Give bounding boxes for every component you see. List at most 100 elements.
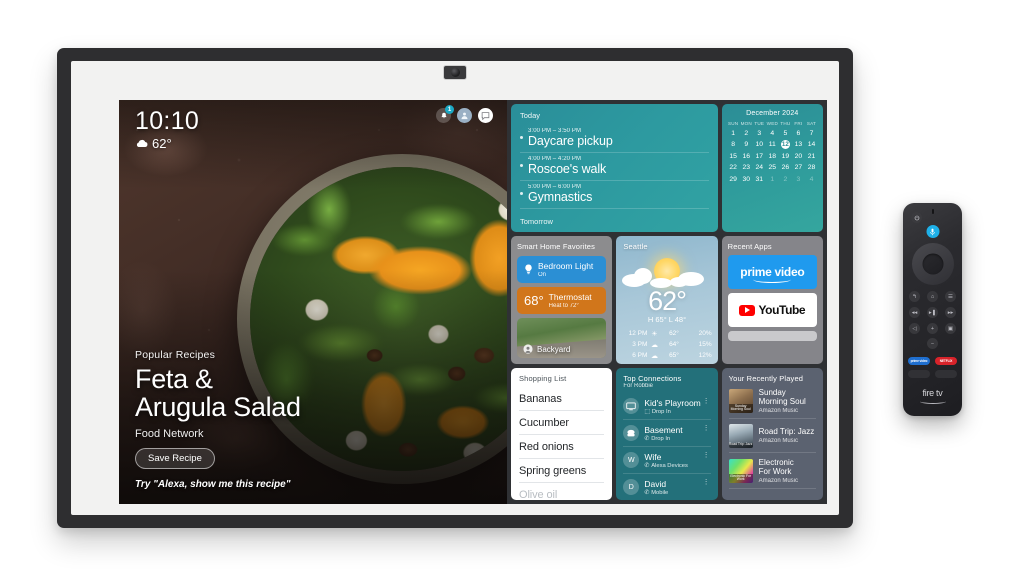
event-name: Roscoe's walk [528,162,607,176]
calendar-day[interactable]: 3 [792,175,805,184]
calendar-day[interactable]: 14 [805,140,818,149]
calendar-day[interactable]: 22 [727,163,740,172]
calendar-day[interactable]: 19 [779,152,792,161]
calendar-day[interactable]: 28 [805,163,818,172]
calendar-day[interactable]: 24 [753,163,766,172]
calendar-day[interactable]: 26 [779,163,792,172]
backyard-camera-tile[interactable]: Backyard [517,318,607,358]
list-item[interactable]: Electronic For Work Electronic For Work … [728,453,816,490]
youtube-app[interactable]: YouTube [727,293,817,327]
calendar-day[interactable]: 29 [727,175,740,184]
select-button[interactable] [922,253,943,275]
app-shortcut-blank[interactable] [935,370,957,378]
play-pause-button[interactable]: ▸❚ [927,307,938,318]
calendar-day[interactable]: 1 [727,129,740,138]
mic-icon [930,228,935,235]
calendar-day[interactable]: 11 [766,140,779,149]
menu-button[interactable]: ☰ [945,291,956,302]
fast-forward-button[interactable]: ▸▸ [945,307,956,318]
top-connections-widget[interactable]: Top Connections For Robbie Kid's Playroo… [616,368,718,500]
calendar-day[interactable]: 1 [766,175,779,184]
calendar-day[interactable]: 18 [766,152,779,161]
calendar-day[interactable]: 31 [753,175,766,184]
list-item[interactable]: Olive oil [519,483,604,501]
volume-up-button[interactable]: + [927,323,938,334]
channel-guide-button[interactable]: ▣ [945,323,956,334]
calendar-day[interactable]: 7 [805,129,818,138]
calendar-day[interactable]: 4 [766,129,779,138]
message-bubble-icon[interactable] [478,108,493,123]
prime-video-shortcut[interactable]: prime video [908,357,930,365]
calendar-day[interactable]: 9 [740,140,753,149]
weather-widget[interactable]: Seattle 62° H 65° L 48° 12 PM ☀ 62° 20% … [616,236,718,364]
calendar-widget[interactable]: December 2024 SUN MON TUE WED THU FRI SAT 1 2 3 4 5… [721,104,823,232]
calendar-day[interactable]: 21 [805,152,818,161]
volume-down-button[interactable]: − [927,338,938,349]
overflow-menu-icon[interactable]: ⋮ [703,398,710,405]
rewind-button[interactable]: ◂◂ [909,307,920,318]
cloud-icon: ☁ [650,352,658,360]
calendar-day-today[interactable]: 12 [779,139,792,150]
recently-played-title: Your Recently Played [728,374,804,383]
thermostat-tile[interactable]: 68° Thermostat Heat to 72° [517,287,607,314]
list-item[interactable]: Kid's Playroom ⬚ Drop In ⋮ [623,393,711,420]
overflow-menu-icon[interactable]: ⋮ [703,452,710,459]
calendar-day[interactable]: 8 [727,140,740,149]
calendar-day[interactable]: 5 [779,129,792,138]
list-item[interactable]: Spring greens [519,459,605,483]
save-recipe-button[interactable]: Save Recipe [135,448,215,469]
calendar-day[interactable]: 23 [740,163,753,172]
status-icon-tray[interactable]: 1 [436,105,493,123]
list-item[interactable]: Red onions [519,435,605,459]
connections-subtitle: For Robbie [623,383,654,389]
list-item[interactable]: W Wife ✆ Alexa Devices ⋮ [623,447,711,474]
calendar-day[interactable]: 3 [753,129,766,138]
power-button[interactable] [911,212,922,223]
list-item[interactable]: Bananas [519,387,605,411]
calendar-day[interactable]: 25 [766,163,779,172]
front-camera [443,65,467,80]
agenda-widget[interactable]: Today 3:00 PM – 3:50 PM Daycare pickup 4… [511,104,718,232]
home-button[interactable]: ⌂ [927,291,938,302]
calendar-day[interactable]: 17 [753,152,766,161]
calendar-day[interactable]: 16 [740,152,753,161]
list-item[interactable]: Cucumber [519,411,605,435]
calendar-day[interactable]: 15 [727,152,740,161]
smart-home-widget[interactable]: Smart Home Favorites Bedroom Light On 68… [511,236,613,364]
recent-apps-widget[interactable]: Recent Apps prime video YouTube [721,236,823,364]
agenda-event[interactable]: 3:00 PM – 3:50 PM Daycare pickup [520,125,709,153]
shopping-list-widget[interactable]: Shopping List Bananas Cucumber Red onion… [511,368,613,501]
profile-avatar-icon[interactable] [457,108,472,123]
back-button[interactable]: ↰ [909,291,920,302]
calendar-day[interactable]: 30 [740,175,753,184]
agenda-event[interactable]: 5:00 PM – 6:00 PM Gymnastics [520,181,709,209]
calendar-day[interactable]: 6 [792,129,805,138]
overflow-menu-icon[interactable]: ⋮ [703,425,710,432]
overflow-menu-icon[interactable]: ⋮ [703,479,710,486]
list-item[interactable]: Sunday Morning Soul Sunday Morning Soul … [728,383,816,420]
notifications-bell-icon[interactable]: 1 [436,105,454,123]
calendar-day[interactable]: 27 [792,163,805,172]
list-item[interactable]: Road Trip: Jazz Road Trip: Jazz Amazon M… [728,419,816,454]
calendar-day[interactable]: 2 [740,129,753,138]
app-tile-partial[interactable] [727,331,817,341]
mute-button[interactable]: ◁ [909,323,920,334]
clock-widget[interactable]: 10:10 62° [135,108,199,152]
bedroom-light-tile[interactable]: Bedroom Light On [517,256,607,283]
list-item[interactable]: Basement ✆ Drop In ⋮ [623,420,711,447]
netflix-shortcut[interactable]: NETFLIX [935,357,957,365]
app-shortcut-blank[interactable] [908,370,930,378]
calendar-day[interactable]: 2 [779,175,792,184]
agenda-event[interactable]: 4:00 PM – 4:20 PM Roscoe's walk [520,153,709,181]
recipe-panel[interactable]: 10:10 62° 1 Popular Recipes Feta & Arugu… [119,100,507,504]
dpad-navigation-ring[interactable] [911,243,954,285]
list-item[interactable]: D David ✆ Mobile ⋮ [623,474,710,500]
calendar-day[interactable]: 4 [805,175,818,184]
recently-played-widget[interactable]: Your Recently Played Sunday Morning Soul… [721,368,823,500]
prime-video-app[interactable]: prime video [727,255,817,289]
alexa-voice-button[interactable] [926,225,939,238]
calendar-day[interactable]: 20 [792,152,805,161]
calendar-day[interactable]: 10 [753,140,766,149]
microphone-hole [931,209,934,214]
calendar-day[interactable]: 13 [792,140,805,149]
